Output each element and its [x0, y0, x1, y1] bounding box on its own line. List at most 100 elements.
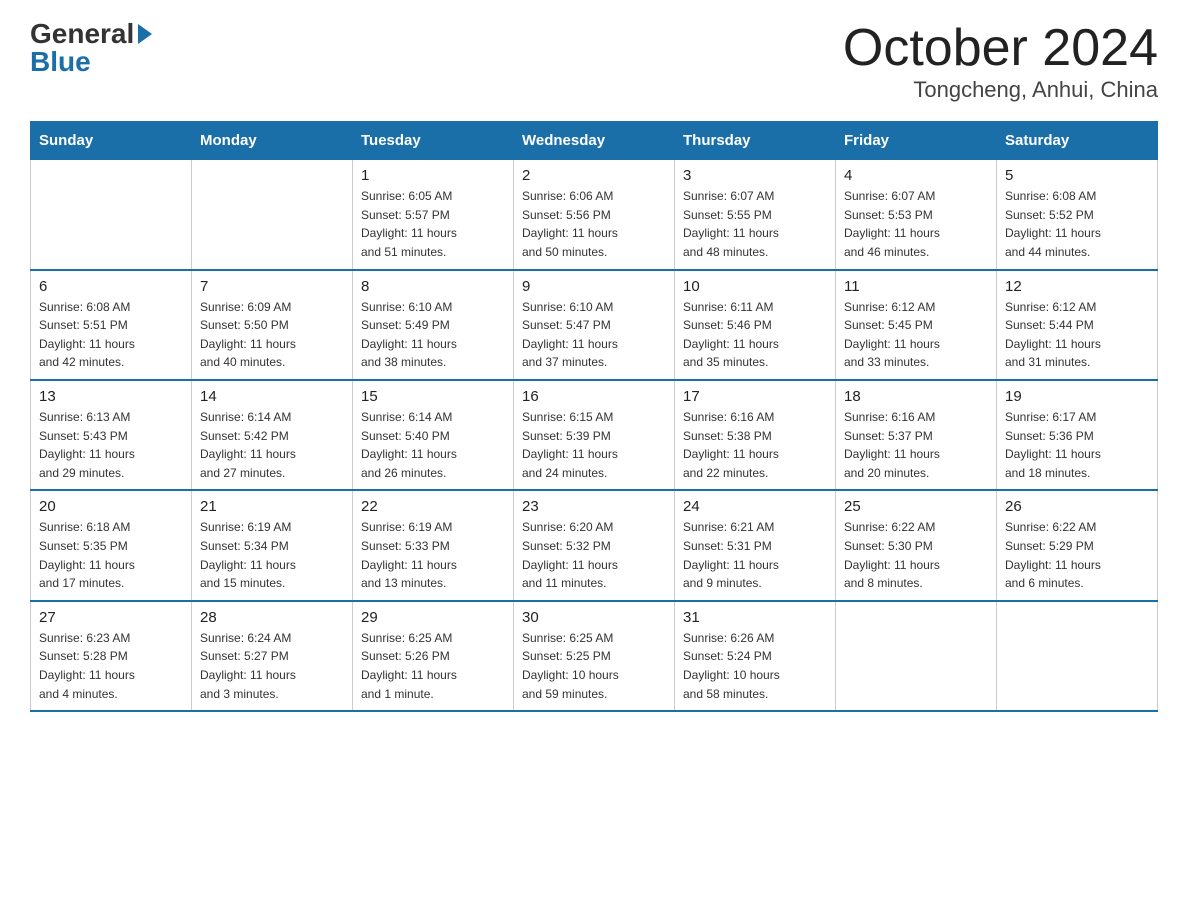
day-info: Sunrise: 6:09 AM Sunset: 5:50 PM Dayligh… — [200, 298, 344, 372]
calendar-week-row: 13Sunrise: 6:13 AM Sunset: 5:43 PM Dayli… — [31, 380, 1158, 490]
day-info: Sunrise: 6:16 AM Sunset: 5:38 PM Dayligh… — [683, 408, 827, 482]
header-friday: Friday — [836, 122, 997, 160]
day-info: Sunrise: 6:12 AM Sunset: 5:45 PM Dayligh… — [844, 298, 988, 372]
day-number: 1 — [361, 167, 505, 184]
day-info: Sunrise: 6:08 AM Sunset: 5:52 PM Dayligh… — [1005, 187, 1149, 261]
calendar-cell: 4 Sunrise: 6:07 AM Sunset: 5:53 PM Daylig… — [836, 160, 997, 270]
calendar-cell: 24 Sunrise: 6:21 AM Sunset: 5:31 PM Dayli… — [675, 490, 836, 600]
calendar-cell: 25 Sunrise: 6:22 AM Sunset: 5:30 PM Dayli… — [836, 490, 997, 600]
day-number: 23 — [522, 498, 666, 515]
calendar-cell: 11Sunrise: 6:12 AM Sunset: 5:45 PM Dayli… — [836, 270, 997, 380]
calendar-cell: 1 Sunrise: 6:05 AM Sunset: 5:57 PM Daylig… — [353, 160, 514, 270]
day-info: Sunrise: 6:11 AM Sunset: 5:46 PM Dayligh… — [683, 298, 827, 372]
header-thursday: Thursday — [675, 122, 836, 160]
calendar-cell: 27 Sunrise: 6:23 AM Sunset: 5:28 PM Dayli… — [31, 601, 192, 711]
calendar-cell: 12 Sunrise: 6:12 AM Sunset: 5:44 PM Dayli… — [997, 270, 1158, 380]
day-number: 6 — [39, 278, 183, 295]
calendar-cell: 6 Sunrise: 6:08 AM Sunset: 5:51 PM Daylig… — [31, 270, 192, 380]
day-info: Sunrise: 6:10 AM Sunset: 5:49 PM Dayligh… — [361, 298, 505, 372]
day-info: Sunrise: 6:25 AM Sunset: 5:26 PM Dayligh… — [361, 629, 505, 703]
calendar-cell: 18Sunrise: 6:16 AM Sunset: 5:37 PM Dayli… — [836, 380, 997, 490]
day-info: Sunrise: 6:22 AM Sunset: 5:30 PM Dayligh… — [844, 518, 988, 592]
day-number: 25 — [844, 498, 988, 515]
day-number: 27 — [39, 609, 183, 626]
header-tuesday: Tuesday — [353, 122, 514, 160]
calendar-cell: 8 Sunrise: 6:10 AM Sunset: 5:49 PM Daylig… — [353, 270, 514, 380]
header-saturday: Saturday — [997, 122, 1158, 160]
day-info: Sunrise: 6:08 AM Sunset: 5:51 PM Dayligh… — [39, 298, 183, 372]
day-number: 4 — [844, 167, 988, 184]
calendar-cell: 14Sunrise: 6:14 AM Sunset: 5:42 PM Dayli… — [192, 380, 353, 490]
calendar-header-row: SundayMondayTuesdayWednesdayThursdayFrid… — [31, 122, 1158, 160]
calendar-cell — [997, 601, 1158, 711]
day-info: Sunrise: 6:12 AM Sunset: 5:44 PM Dayligh… — [1005, 298, 1149, 372]
calendar-cell: 2 Sunrise: 6:06 AM Sunset: 5:56 PM Daylig… — [514, 160, 675, 270]
header-wednesday: Wednesday — [514, 122, 675, 160]
header-sunday: Sunday — [31, 122, 192, 160]
day-info: Sunrise: 6:19 AM Sunset: 5:33 PM Dayligh… — [361, 518, 505, 592]
calendar-cell: 31 Sunrise: 6:26 AM Sunset: 5:24 PM Dayli… — [675, 601, 836, 711]
logo-general-text: General — [30, 20, 134, 48]
calendar-cell: 28Sunrise: 6:24 AM Sunset: 5:27 PM Dayli… — [192, 601, 353, 711]
day-info: Sunrise: 6:22 AM Sunset: 5:29 PM Dayligh… — [1005, 518, 1149, 592]
header-monday: Monday — [192, 122, 353, 160]
day-number: 22 — [361, 498, 505, 515]
day-info: Sunrise: 6:10 AM Sunset: 5:47 PM Dayligh… — [522, 298, 666, 372]
day-number: 18 — [844, 388, 988, 405]
calendar-cell: 15 Sunrise: 6:14 AM Sunset: 5:40 PM Dayli… — [353, 380, 514, 490]
day-info: Sunrise: 6:23 AM Sunset: 5:28 PM Dayligh… — [39, 629, 183, 703]
day-number: 12 — [1005, 278, 1149, 295]
day-info: Sunrise: 6:05 AM Sunset: 5:57 PM Dayligh… — [361, 187, 505, 261]
calendar-week-row: 1 Sunrise: 6:05 AM Sunset: 5:57 PM Daylig… — [31, 160, 1158, 270]
calendar-cell: 29 Sunrise: 6:25 AM Sunset: 5:26 PM Dayli… — [353, 601, 514, 711]
calendar-cell — [31, 160, 192, 270]
calendar-cell: 17 Sunrise: 6:16 AM Sunset: 5:38 PM Dayli… — [675, 380, 836, 490]
calendar-cell: 16 Sunrise: 6:15 AM Sunset: 5:39 PM Dayli… — [514, 380, 675, 490]
day-info: Sunrise: 6:13 AM Sunset: 5:43 PM Dayligh… — [39, 408, 183, 482]
day-number: 17 — [683, 388, 827, 405]
calendar-cell: 30 Sunrise: 6:25 AM Sunset: 5:25 PM Dayli… — [514, 601, 675, 711]
day-number: 30 — [522, 609, 666, 626]
day-number: 19 — [1005, 388, 1149, 405]
logo-triangle-icon — [138, 24, 152, 44]
day-info: Sunrise: 6:14 AM Sunset: 5:40 PM Dayligh… — [361, 408, 505, 482]
day-info: Sunrise: 6:17 AM Sunset: 5:36 PM Dayligh… — [1005, 408, 1149, 482]
day-number: 15 — [361, 388, 505, 405]
calendar-cell: 20Sunrise: 6:18 AM Sunset: 5:35 PM Dayli… — [31, 490, 192, 600]
day-number: 5 — [1005, 167, 1149, 184]
calendar-cell: 3Sunrise: 6:07 AM Sunset: 5:55 PM Daylig… — [675, 160, 836, 270]
calendar-cell: 21Sunrise: 6:19 AM Sunset: 5:34 PM Dayli… — [192, 490, 353, 600]
calendar-cell: 19 Sunrise: 6:17 AM Sunset: 5:36 PM Dayli… — [997, 380, 1158, 490]
calendar-cell: 10 Sunrise: 6:11 AM Sunset: 5:46 PM Dayli… — [675, 270, 836, 380]
day-number: 2 — [522, 167, 666, 184]
location-subtitle: Tongcheng, Anhui, China — [843, 77, 1158, 103]
month-title: October 2024 — [843, 20, 1158, 77]
day-info: Sunrise: 6:25 AM Sunset: 5:25 PM Dayligh… — [522, 629, 666, 703]
calendar-cell — [836, 601, 997, 711]
day-info: Sunrise: 6:26 AM Sunset: 5:24 PM Dayligh… — [683, 629, 827, 703]
day-number: 7 — [200, 278, 344, 295]
day-info: Sunrise: 6:07 AM Sunset: 5:53 PM Dayligh… — [844, 187, 988, 261]
day-number: 16 — [522, 388, 666, 405]
calendar-cell: 26 Sunrise: 6:22 AM Sunset: 5:29 PM Dayli… — [997, 490, 1158, 600]
day-number: 8 — [361, 278, 505, 295]
calendar-cell — [192, 160, 353, 270]
day-info: Sunrise: 6:06 AM Sunset: 5:56 PM Dayligh… — [522, 187, 666, 261]
day-number: 10 — [683, 278, 827, 295]
calendar-cell: 9Sunrise: 6:10 AM Sunset: 5:47 PM Daylig… — [514, 270, 675, 380]
calendar-cell: 5 Sunrise: 6:08 AM Sunset: 5:52 PM Daylig… — [997, 160, 1158, 270]
day-number: 20 — [39, 498, 183, 515]
day-info: Sunrise: 6:15 AM Sunset: 5:39 PM Dayligh… — [522, 408, 666, 482]
day-number: 24 — [683, 498, 827, 515]
day-info: Sunrise: 6:21 AM Sunset: 5:31 PM Dayligh… — [683, 518, 827, 592]
calendar-cell: 7 Sunrise: 6:09 AM Sunset: 5:50 PM Daylig… — [192, 270, 353, 380]
day-number: 26 — [1005, 498, 1149, 515]
calendar-week-row: 27 Sunrise: 6:23 AM Sunset: 5:28 PM Dayli… — [31, 601, 1158, 711]
calendar-table: SundayMondayTuesdayWednesdayThursdayFrid… — [30, 121, 1158, 712]
day-number: 28 — [200, 609, 344, 626]
day-number: 29 — [361, 609, 505, 626]
day-number: 21 — [200, 498, 344, 515]
day-number: 31 — [683, 609, 827, 626]
day-info: Sunrise: 6:20 AM Sunset: 5:32 PM Dayligh… — [522, 518, 666, 592]
logo-blue-text: Blue — [30, 48, 91, 76]
